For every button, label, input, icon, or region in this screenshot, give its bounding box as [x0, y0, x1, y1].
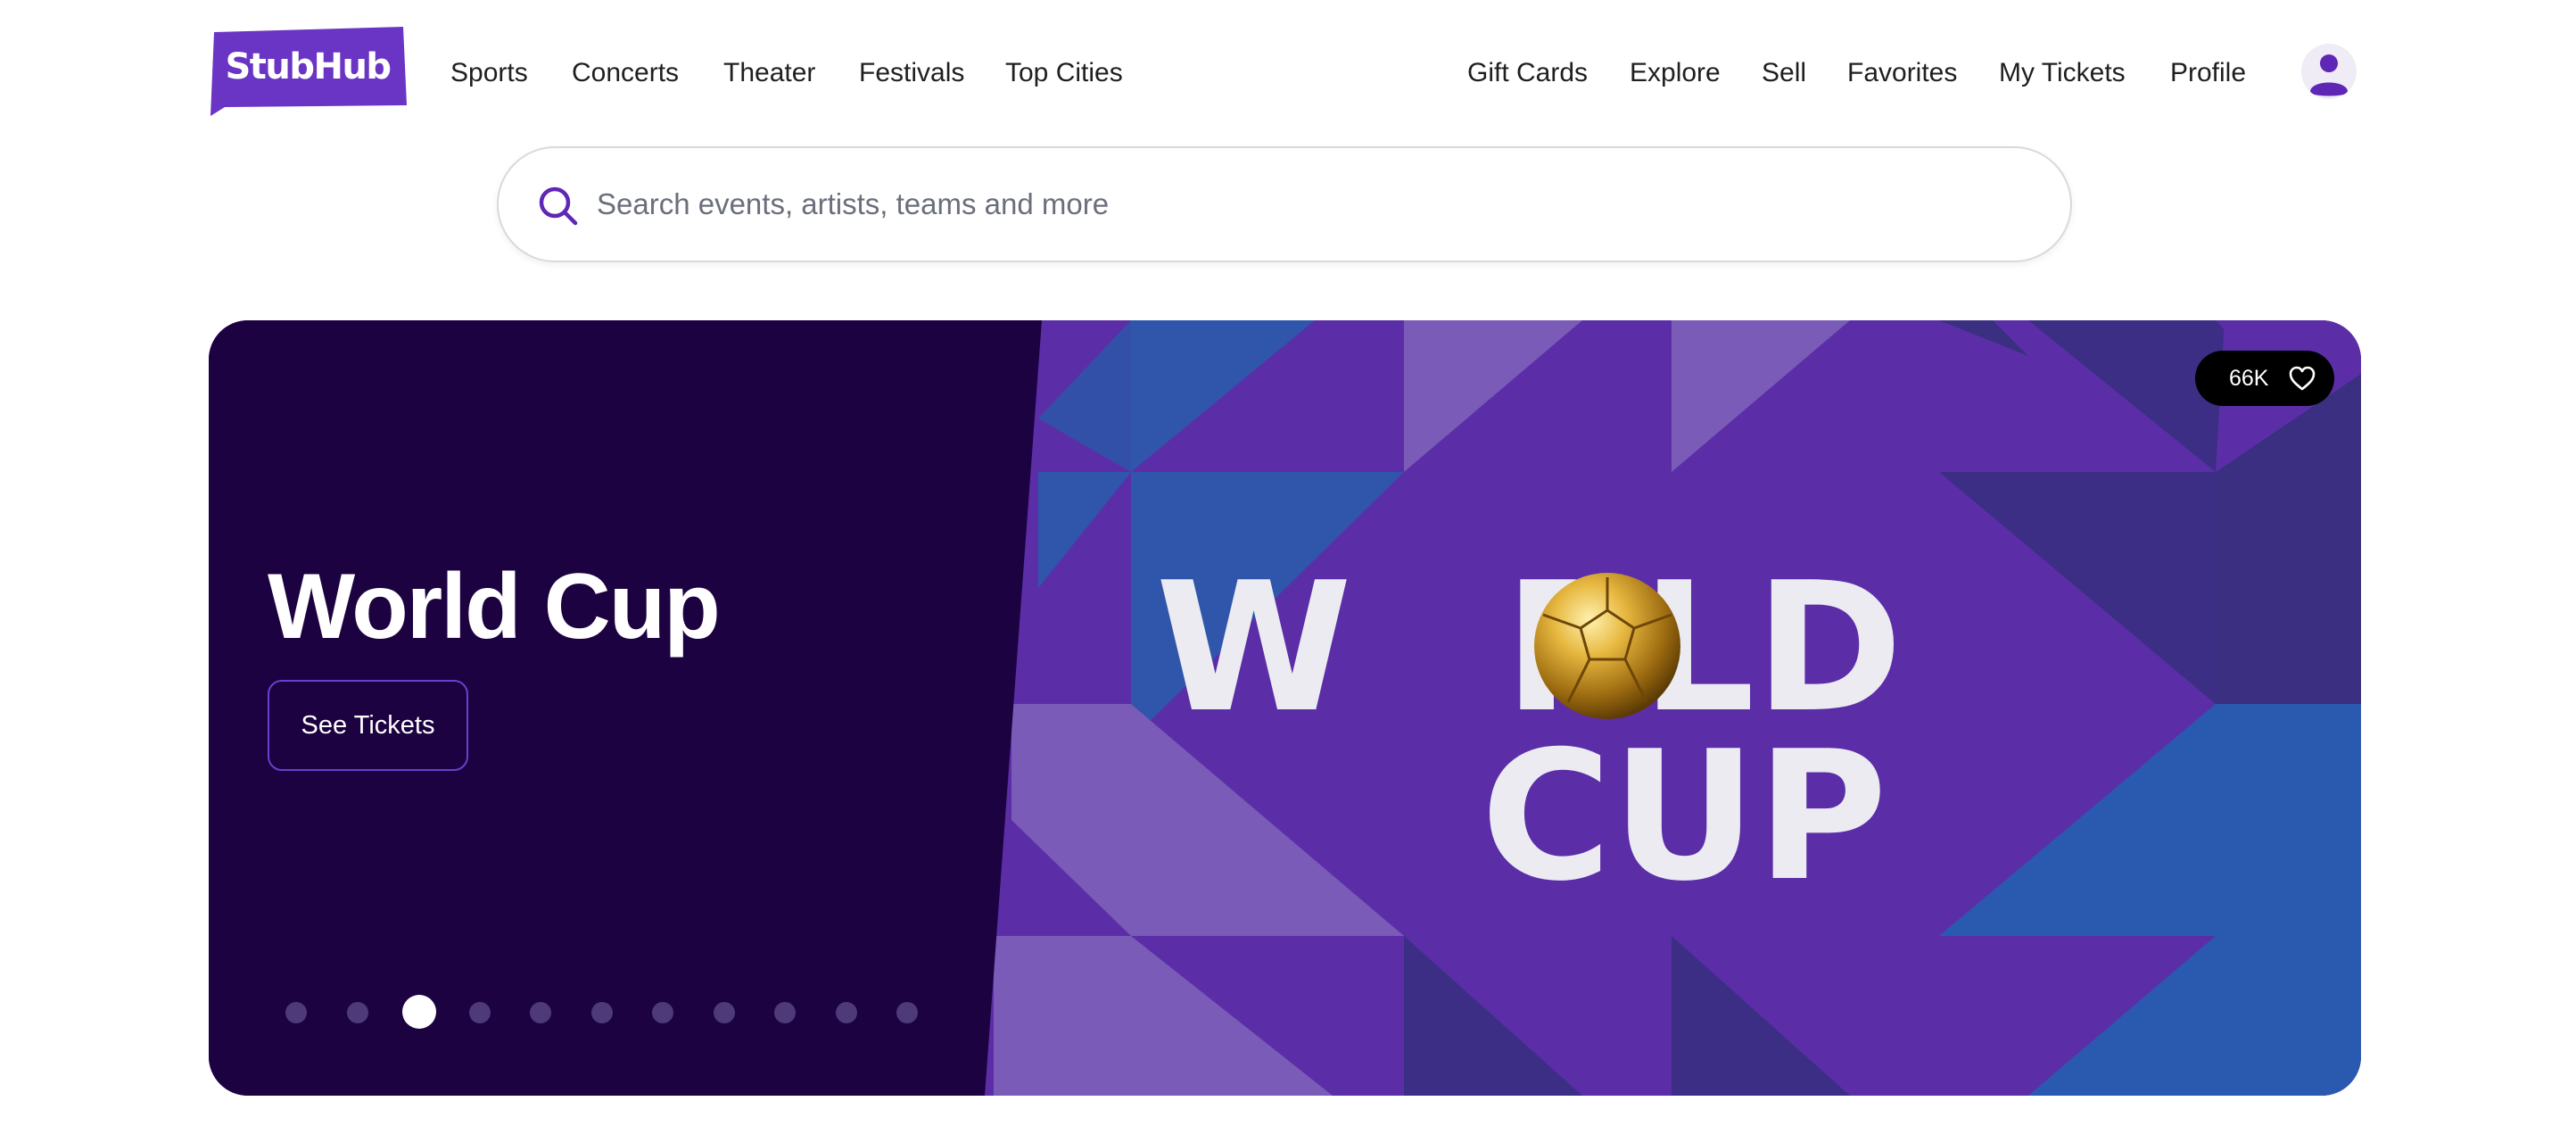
artwork-letter-w: W	[1155, 544, 1352, 752]
nav-explore[interactable]: Explore	[1630, 57, 1721, 89]
carousel-dot-7[interactable]	[652, 1002, 673, 1023]
carousel-dot-9[interactable]	[774, 1002, 796, 1023]
carousel-pagination	[285, 995, 928, 1031]
hero-carousel[interactable]: W RLD CUP World Cup See Tickets 66K	[209, 320, 2361, 1096]
hero-title: World Cup	[268, 555, 721, 658]
nav-sports[interactable]: Sports	[450, 57, 528, 89]
artwork-word-cup: CUP	[1481, 713, 1887, 921]
nav-theater[interactable]: Theater	[723, 57, 815, 89]
logo-wordmark: StubHub	[225, 46, 392, 87]
nav-concerts[interactable]: Concerts	[572, 57, 679, 89]
favorite-count: 66K	[2229, 366, 2269, 391]
site-header: StubHub Sports Concerts Theater Festival…	[0, 0, 2576, 143]
nav-profile[interactable]: Profile	[2170, 57, 2246, 89]
user-avatar-icon	[2301, 44, 2357, 99]
carousel-dot-11[interactable]	[896, 1002, 918, 1023]
stubhub-logo[interactable]: StubHub	[209, 27, 407, 116]
nav-gift-cards[interactable]: Gift Cards	[1467, 57, 1588, 89]
carousel-dot-4[interactable]	[469, 1002, 491, 1023]
world-cup-artwork: W RLD CUP	[209, 320, 2361, 1096]
carousel-dot-3[interactable]	[402, 995, 436, 1029]
heart-icon	[2289, 366, 2316, 391]
nav-favorites[interactable]: Favorites	[1847, 57, 1957, 89]
nav-festivals[interactable]: Festivals	[859, 57, 964, 89]
favorite-button[interactable]: 66K	[2195, 351, 2334, 406]
carousel-dot-8[interactable]	[714, 1002, 735, 1023]
see-tickets-button[interactable]: See Tickets	[268, 680, 468, 771]
nav-my-tickets[interactable]: My Tickets	[1999, 57, 2126, 89]
search-input[interactable]	[597, 175, 2024, 234]
user-avatar-button[interactable]	[2301, 44, 2357, 99]
carousel-dot-6[interactable]	[591, 1002, 613, 1023]
carousel-dot-10[interactable]	[836, 1002, 857, 1023]
carousel-dot-5[interactable]	[530, 1002, 551, 1023]
carousel-dot-2[interactable]	[347, 1002, 368, 1023]
nav-sell[interactable]: Sell	[1762, 57, 1806, 89]
nav-top-cities[interactable]: Top Cities	[1005, 57, 1123, 89]
search-icon	[539, 186, 578, 226]
search-bar[interactable]	[497, 146, 2072, 262]
carousel-dot-1[interactable]	[285, 1002, 307, 1023]
